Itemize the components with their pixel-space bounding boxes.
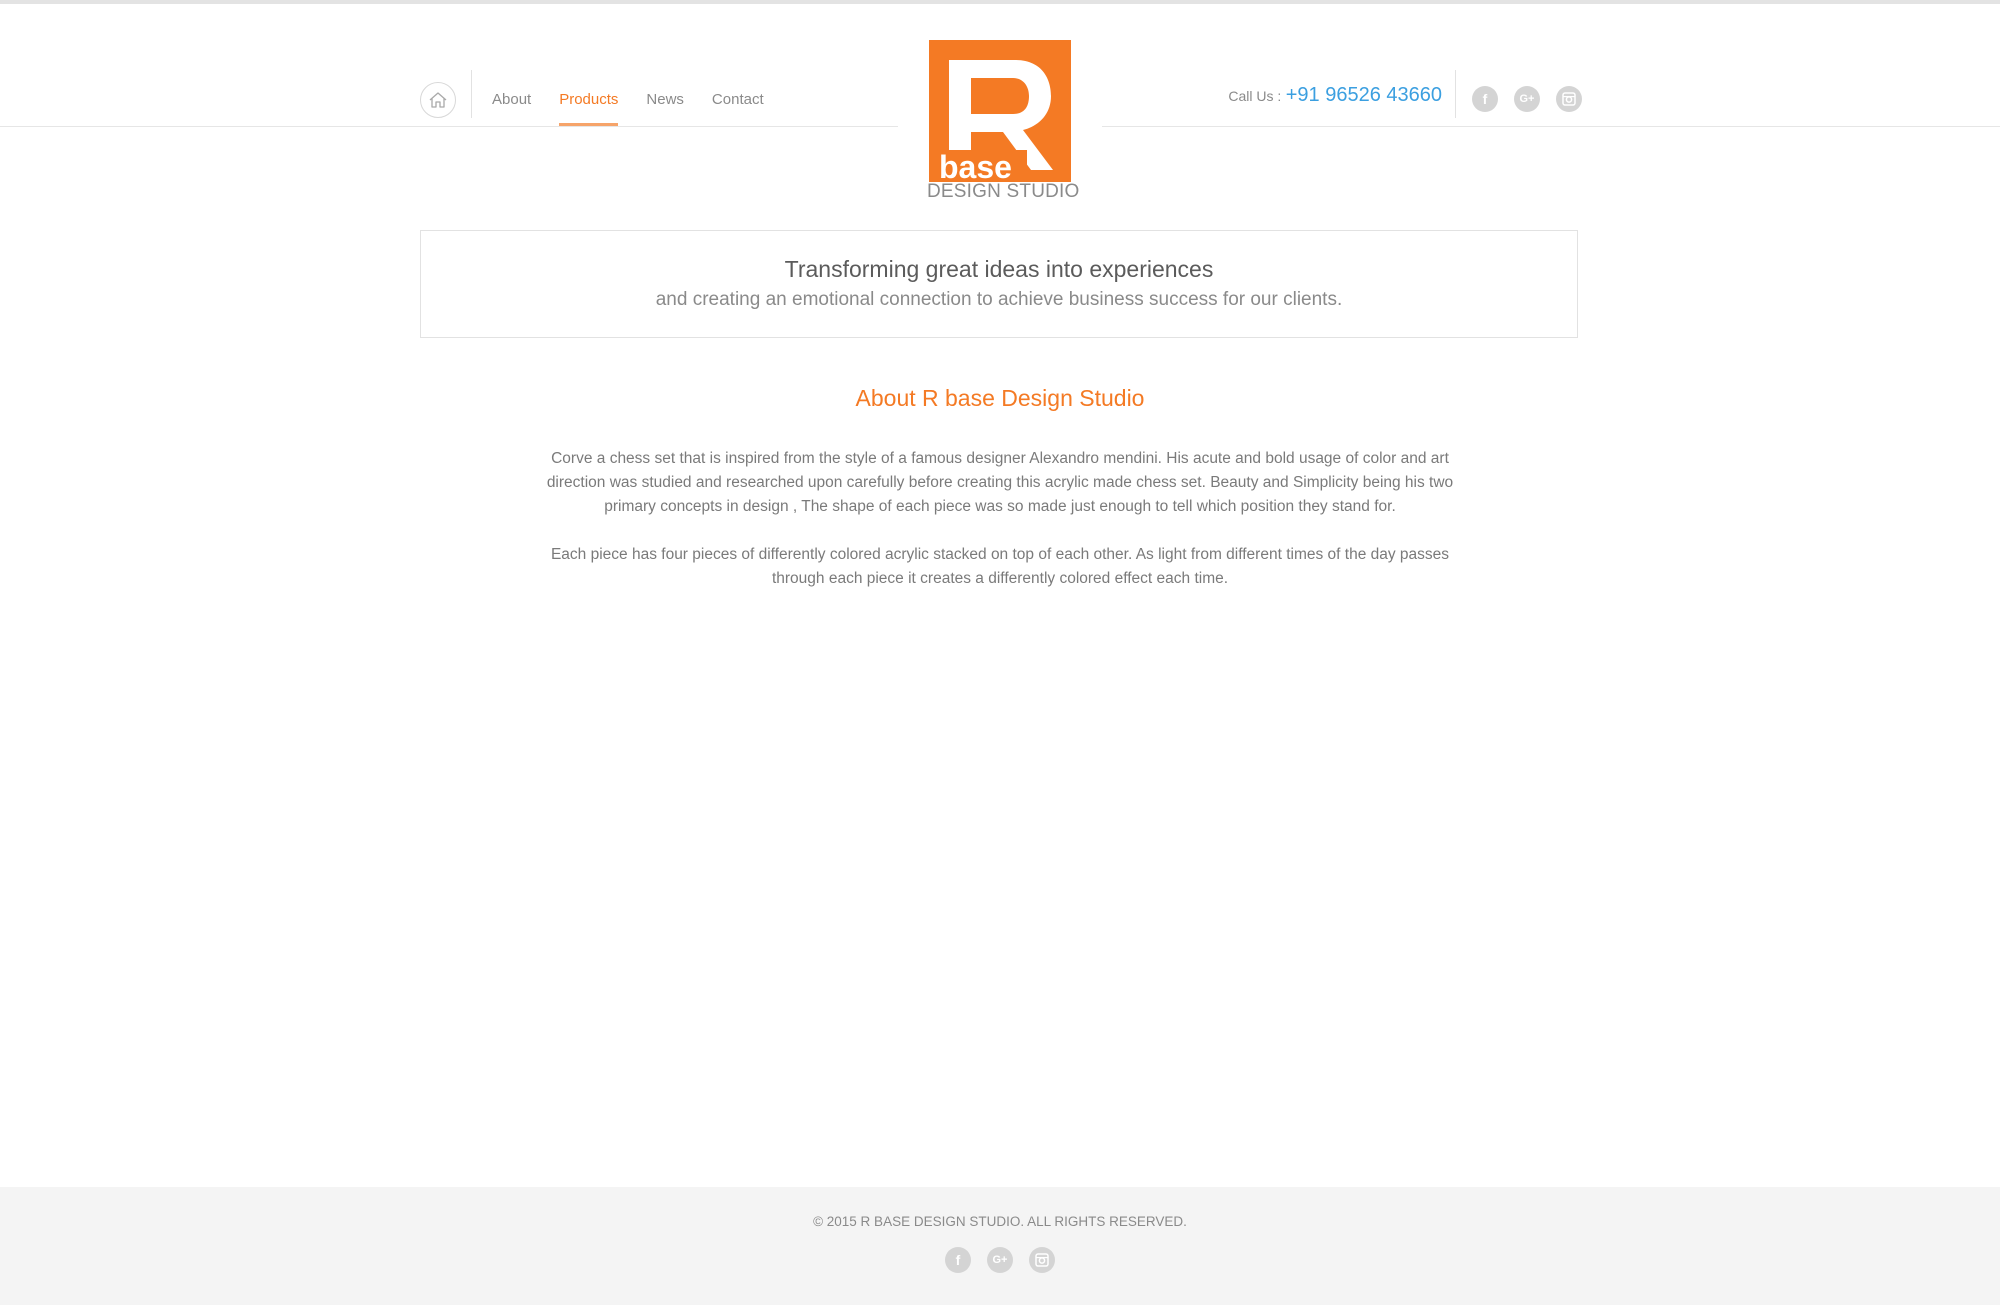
about-paragraph: Corve a chess set that is inspired from … xyxy=(546,450,1454,515)
instagram-icon[interactable] xyxy=(1029,1247,1055,1273)
main-nav: About Products News Contact xyxy=(492,90,792,126)
site-logo[interactable]: base DESIGN STUDIO xyxy=(927,38,1080,202)
facebook-icon[interactable]: f xyxy=(945,1247,971,1273)
google-plus-glyph: G+ xyxy=(1519,93,1535,105)
header-social-links: f G+ xyxy=(1472,86,1582,112)
logo-caption: DESIGN STUDIO xyxy=(927,181,1080,202)
facebook-glyph: f xyxy=(1482,91,1488,107)
call-separator xyxy=(1455,70,1456,118)
about-paragraph: Each piece has four pieces of differentl… xyxy=(550,546,1450,587)
footer: © 2015 R BASE DESIGN STUDIO. ALL RIGHTS … xyxy=(0,1187,2000,1305)
instagram-glyph xyxy=(1035,1253,1049,1267)
facebook-icon[interactable]: f xyxy=(1472,86,1498,112)
about-body: Corve a chess set that is inspired from … xyxy=(540,447,1460,615)
facebook-glyph: f xyxy=(955,1252,961,1268)
copyright-text: © 2015 R BASE DESIGN STUDIO. ALL RIGHTS … xyxy=(813,1214,1187,1229)
nav-item-products[interactable]: Products xyxy=(559,90,619,126)
call-label: Call Us : xyxy=(1228,88,1282,104)
logo-base-text: base xyxy=(939,149,1012,184)
home-icon xyxy=(429,92,447,108)
nav-item-contact[interactable]: Contact xyxy=(712,90,764,126)
logo-mark: base xyxy=(929,40,1071,185)
nav-item-about[interactable]: About xyxy=(492,90,531,126)
instagram-glyph xyxy=(1562,92,1576,106)
google-plus-icon[interactable]: G+ xyxy=(987,1247,1013,1273)
phone-number-link[interactable]: +91 96526 43660 xyxy=(1286,84,1442,106)
top-strip xyxy=(0,0,2000,4)
tagline-subtitle: and creating an emotional connection to … xyxy=(655,289,1343,310)
tagline-title: Transforming great ideas into experience… xyxy=(784,256,1214,282)
footer-social-links: f G+ xyxy=(0,1247,2000,1273)
instagram-icon[interactable] xyxy=(1556,86,1582,112)
google-plus-glyph: G+ xyxy=(992,1254,1008,1266)
nav-separator xyxy=(471,70,472,118)
nav-item-news[interactable]: News xyxy=(646,90,684,126)
about-heading: About R base Design Studio xyxy=(855,385,1145,411)
tagline-box: Transforming great ideas into experience… xyxy=(420,230,1578,338)
google-plus-icon[interactable]: G+ xyxy=(1514,86,1540,112)
call-us: Call Us : +91 96526 43660 xyxy=(1228,84,1442,107)
home-button[interactable] xyxy=(420,82,456,118)
